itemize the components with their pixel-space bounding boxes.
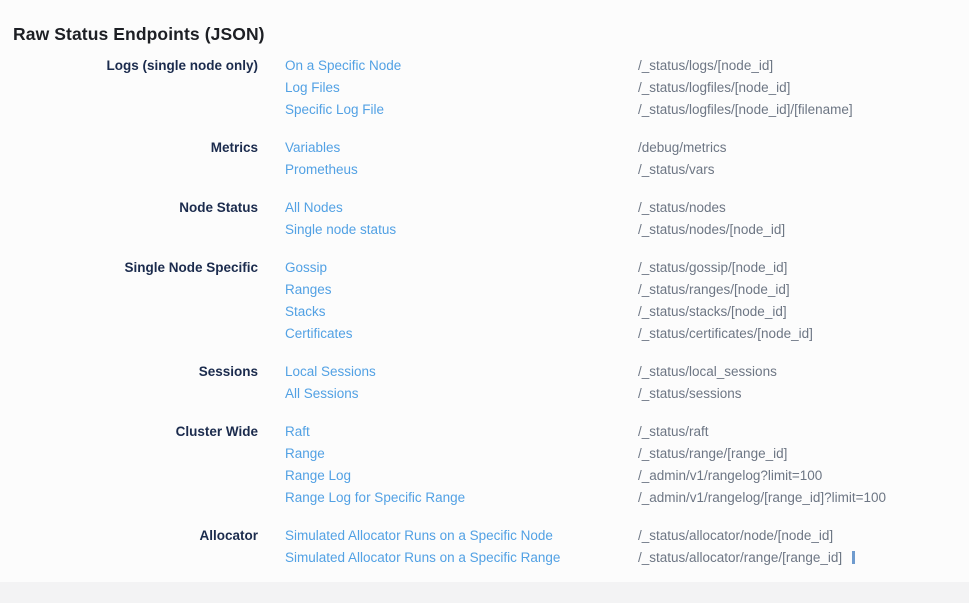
- endpoint-group-single-node: Single Node Specific Gossip Ranges Stack…: [0, 257, 969, 345]
- endpoint-path: /_status/nodes: [638, 197, 969, 219]
- endpoint-link[interactable]: Single node status: [285, 219, 396, 241]
- endpoint-path: /_status/raft: [638, 421, 969, 443]
- paths-column: /_status/logs/[node_id] /_status/logfile…: [638, 55, 969, 121]
- endpoint-link[interactable]: Prometheus: [285, 159, 358, 181]
- endpoint-link[interactable]: Local Sessions: [285, 361, 376, 383]
- links-column: All Nodes Single node status: [258, 197, 638, 241]
- paths-column: /_status/local_sessions /_status/session…: [638, 361, 969, 405]
- endpoint-group-sessions: Sessions Local Sessions All Sessions /_s…: [0, 361, 969, 405]
- endpoint-link[interactable]: Simulated Allocator Runs on a Specific R…: [285, 547, 560, 569]
- paths-column: /_status/allocator/node/[node_id] /_stat…: [638, 525, 969, 569]
- links-column: Local Sessions All Sessions: [258, 361, 638, 405]
- endpoint-path: /_status/range/[range_id]: [638, 443, 969, 465]
- paths-column: /_status/raft /_status/range/[range_id] …: [638, 421, 969, 509]
- endpoint-link[interactable]: Range Log for Specific Range: [285, 487, 465, 509]
- endpoint-link[interactable]: All Sessions: [285, 383, 359, 405]
- endpoint-link[interactable]: Range: [285, 443, 325, 465]
- endpoint-path: /_status/gossip/[node_id]: [638, 257, 969, 279]
- endpoint-path: /_status/allocator/range/[range_id]: [638, 547, 969, 569]
- category-label: Sessions: [0, 361, 258, 405]
- endpoint-path: /_status/allocator/node/[node_id]: [638, 525, 969, 547]
- endpoint-link[interactable]: All Nodes: [285, 197, 343, 219]
- page-title: Raw Status Endpoints (JSON): [13, 24, 265, 45]
- footer-bar: [0, 582, 969, 603]
- endpoint-path: /_status/vars: [638, 159, 969, 181]
- paths-column: /_status/gossip/[node_id] /_status/range…: [638, 257, 969, 345]
- endpoint-path: /_status/stacks/[node_id]: [638, 301, 969, 323]
- endpoint-link[interactable]: Variables: [285, 137, 340, 159]
- endpoint-link[interactable]: Stacks: [285, 301, 326, 323]
- endpoint-link[interactable]: Raft: [285, 421, 310, 443]
- endpoint-path: /_admin/v1/rangelog/[range_id]?limit=100: [638, 487, 969, 509]
- endpoint-path: /debug/metrics: [638, 137, 969, 159]
- endpoint-link[interactable]: Range Log: [285, 465, 351, 487]
- endpoint-link[interactable]: Log Files: [285, 77, 340, 99]
- endpoint-link[interactable]: Specific Log File: [285, 99, 384, 121]
- paths-column: /_status/nodes /_status/nodes/[node_id]: [638, 197, 969, 241]
- endpoint-path: /_status/local_sessions: [638, 361, 969, 383]
- endpoint-path: /_status/sessions: [638, 383, 969, 405]
- endpoint-path: /_status/logfiles/[node_id]/[filename]: [638, 99, 969, 121]
- endpoint-path: /_status/ranges/[node_id]: [638, 279, 969, 301]
- links-column: On a Specific Node Log Files Specific Lo…: [258, 55, 638, 121]
- endpoint-path: /_admin/v1/rangelog?limit=100: [638, 465, 969, 487]
- endpoint-path: /_status/logs/[node_id]: [638, 55, 969, 77]
- paths-column: /debug/metrics /_status/vars: [638, 137, 969, 181]
- endpoint-link[interactable]: Simulated Allocator Runs on a Specific N…: [285, 525, 553, 547]
- endpoint-link[interactable]: Gossip: [285, 257, 327, 279]
- endpoint-table: Logs (single node only) On a Specific No…: [0, 55, 969, 585]
- category-label: Metrics: [0, 137, 258, 181]
- endpoint-group-node-status: Node Status All Nodes Single node status…: [0, 197, 969, 241]
- endpoint-path: /_status/certificates/[node_id]: [638, 323, 969, 345]
- category-label: Node Status: [0, 197, 258, 241]
- endpoint-group-logs: Logs (single node only) On a Specific No…: [0, 55, 969, 121]
- links-column: Simulated Allocator Runs on a Specific N…: [258, 525, 638, 569]
- links-column: Gossip Ranges Stacks Certificates: [258, 257, 638, 345]
- category-label: Allocator: [0, 525, 258, 569]
- endpoint-link[interactable]: Ranges: [285, 279, 332, 301]
- endpoint-link[interactable]: Certificates: [285, 323, 353, 345]
- endpoint-path: /_status/logfiles/[node_id]: [638, 77, 969, 99]
- category-label: Cluster Wide: [0, 421, 258, 509]
- endpoint-path: /_status/nodes/[node_id]: [638, 219, 969, 241]
- endpoint-group-metrics: Metrics Variables Prometheus /debug/metr…: [0, 137, 969, 181]
- links-column: Variables Prometheus: [258, 137, 638, 181]
- category-label: Single Node Specific: [0, 257, 258, 345]
- endpoint-group-cluster-wide: Cluster Wide Raft Range Range Log Range …: [0, 421, 969, 509]
- endpoint-group-allocator: Allocator Simulated Allocator Runs on a …: [0, 525, 969, 569]
- endpoint-link[interactable]: On a Specific Node: [285, 55, 401, 77]
- links-column: Raft Range Range Log Range Log for Speci…: [258, 421, 638, 509]
- category-label: Logs (single node only): [0, 55, 258, 121]
- text-caret: [852, 551, 855, 564]
